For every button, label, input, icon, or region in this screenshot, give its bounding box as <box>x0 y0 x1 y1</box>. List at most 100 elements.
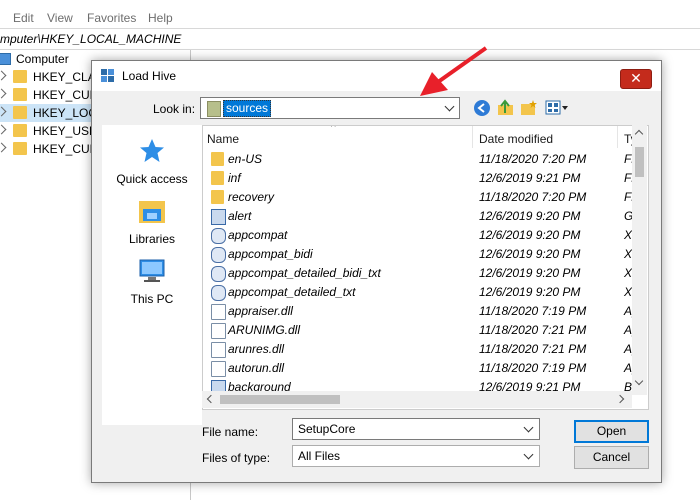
file-date-cell: 12/6/2019 9:21 PM <box>479 171 581 185</box>
column-header-row: ^ Name Date modified Ty <box>203 126 648 148</box>
folder-icon <box>13 106 27 119</box>
close-button[interactable]: ✕ <box>620 69 652 89</box>
menu-help[interactable]: Help <box>148 11 173 25</box>
file-row[interactable]: ARUNIMG.dll11/18/2020 7:21 PMAp <box>203 321 639 340</box>
menu-edit[interactable]: Edit <box>13 11 34 25</box>
file-row[interactable]: autorun.dll11/18/2020 7:19 PMAp <box>203 359 639 378</box>
file-name-value: SetupCore <box>298 422 356 436</box>
new-folder-icon[interactable] <box>520 99 538 117</box>
file-date-cell: 12/6/2019 9:20 PM <box>479 247 581 261</box>
file-row[interactable]: appcompat12/6/2019 9:20 PMXS <box>203 226 640 245</box>
file-name-cell: appcompat_detailed_bidi_txt <box>228 266 381 280</box>
xsl-file-icon <box>211 285 226 301</box>
tree-item-label: Computer <box>16 52 69 66</box>
cancel-button[interactable]: Cancel <box>574 446 649 469</box>
file-date-cell: 12/6/2019 9:20 PM <box>479 209 581 223</box>
menu-favorites[interactable]: Favorites <box>87 11 136 25</box>
computer-icon <box>139 259 165 282</box>
file-list[interactable]: ^ Name Date modified Ty en-US 11/18/2020 … <box>202 125 649 410</box>
file-type-select[interactable]: All Files <box>292 445 540 467</box>
place-libraries[interactable]: Libraries <box>102 197 202 246</box>
file-name-cell: appcompat <box>228 228 288 242</box>
file-type-label: Files of type: <box>202 451 271 465</box>
xsl-file-icon <box>211 266 226 282</box>
column-separator[interactable] <box>617 126 618 148</box>
xsl-file-icon <box>211 228 226 244</box>
file-row[interactable]: inf 12/6/2019 9:21 PM Fi <box>203 169 634 188</box>
address-text: mputer\HKEY_LOCAL_MACHINE <box>0 32 182 46</box>
horizontal-scrollbar[interactable] <box>202 391 632 408</box>
file-row[interactable]: recovery 11/18/2020 7:20 PM Fi <box>203 188 634 207</box>
file-date-cell: 12/6/2019 9:20 PM <box>479 285 581 299</box>
scroll-right-icon[interactable] <box>615 394 625 404</box>
look-in-label: Look in: <box>153 102 196 116</box>
file-name-cell: appcompat_detailed_txt <box>228 285 356 299</box>
chevron-right-icon[interactable] <box>0 70 7 81</box>
dll-file-icon <box>211 304 226 320</box>
load-hive-dialog: Load Hive ✕ Look in: sources Quick acces… <box>91 60 662 483</box>
places-bar: Quick access Libraries This PC <box>102 125 202 425</box>
file-date-cell: 12/6/2019 9:20 PM <box>479 266 581 280</box>
chevron-right-icon[interactable] <box>0 124 7 135</box>
folder-icon <box>211 171 224 185</box>
file-row[interactable]: appcompat_bidi12/6/2019 9:20 PMXS <box>203 245 640 264</box>
registry-icon <box>101 69 114 82</box>
file-row[interactable]: en-US 11/18/2020 7:20 PM Fi <box>203 150 634 169</box>
file-name-input[interactable]: SetupCore <box>292 418 540 440</box>
libraries-icon <box>139 201 165 223</box>
computer-icon <box>0 53 11 65</box>
look-in-value: sources <box>223 100 272 117</box>
scroll-left-icon[interactable] <box>206 394 216 404</box>
menu-view[interactable]: View <box>47 11 73 25</box>
registry-address-bar[interactable]: mputer\HKEY_LOCAL_MACHINE <box>0 28 700 50</box>
sort-ascending-icon: ^ <box>331 125 336 133</box>
star-icon <box>140 139 164 162</box>
file-row[interactable]: appcompat_detailed_txt12/6/2019 9:20 PMX… <box>203 283 640 302</box>
file-name-cell: alert <box>228 209 252 223</box>
scroll-down-icon[interactable] <box>634 376 644 386</box>
chevron-right-icon[interactable] <box>0 142 7 153</box>
column-separator[interactable] <box>472 126 473 148</box>
open-button[interactable]: Open <box>574 420 649 443</box>
file-name-cell: inf <box>228 171 241 185</box>
view-menu-icon[interactable] <box>545 99 569 117</box>
chevron-down-icon[interactable] <box>523 422 534 433</box>
registry-title-bar <box>0 0 700 2</box>
vertical-scrollbar[interactable] <box>632 125 647 395</box>
horizontal-scroll-thumb[interactable] <box>220 395 340 404</box>
folder-icon <box>211 152 224 166</box>
scroll-up-icon[interactable] <box>634 129 644 139</box>
vertical-scroll-thumb[interactable] <box>635 147 644 177</box>
file-date-cell: 11/18/2020 7:20 PM <box>479 190 587 204</box>
dll-file-icon <box>211 342 226 358</box>
chevron-right-icon[interactable] <box>0 88 7 99</box>
file-name-cell: autorun.dll <box>228 361 285 375</box>
image-file-icon <box>211 209 226 225</box>
file-date-cell: 11/18/2020 7:21 PM <box>479 342 587 356</box>
column-date-modified[interactable]: Date modified <box>479 132 553 146</box>
place-label: This PC <box>130 292 174 306</box>
dialog-title: Load Hive <box>122 69 177 83</box>
red-arrow-annotation <box>420 46 488 96</box>
xsl-file-icon <box>211 247 226 263</box>
dll-file-icon <box>211 323 226 339</box>
column-name[interactable]: Name <box>207 132 239 146</box>
chevron-right-icon[interactable] <box>0 106 7 117</box>
file-row[interactable]: appcompat_detailed_bidi_txt 12/6/2019 9:2… <box>203 264 640 283</box>
folder-icon <box>207 101 221 117</box>
place-quick-access[interactable]: Quick access <box>102 137 202 186</box>
place-label: Quick access <box>116 172 188 186</box>
folder-icon <box>13 88 27 101</box>
folder-icon <box>13 70 27 83</box>
file-date-cell: 12/6/2019 9:20 PM <box>479 228 581 242</box>
folder-icon <box>13 124 27 137</box>
dialog-title-bar[interactable]: Load Hive ✕ <box>92 61 661 91</box>
file-row[interactable]: appraiser.dll11/18/2020 7:19 PMAp <box>203 302 639 321</box>
file-row[interactable]: alert 12/6/2019 9:20 PM GI <box>203 207 637 226</box>
file-name-cell: appraiser.dll <box>228 304 293 318</box>
place-this-pc[interactable]: This PC <box>102 257 202 306</box>
file-row[interactable]: arunres.dll11/18/2020 7:21 PMAp <box>203 340 639 359</box>
file-date-cell: 11/18/2020 7:19 PM <box>479 304 587 318</box>
chevron-down-icon[interactable] <box>523 449 534 460</box>
file-name-cell: appcompat_bidi <box>228 247 313 261</box>
